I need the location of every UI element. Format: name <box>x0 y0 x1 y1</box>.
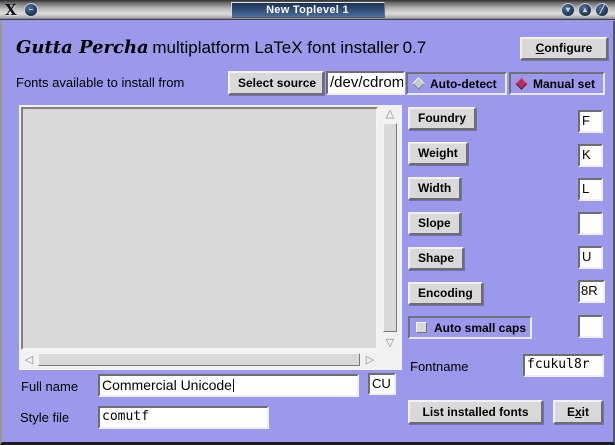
configure-button[interactable]: Configure <box>520 37 608 60</box>
app-window: X − New Toplevel 1 ▾ ▴ ╱ Gutta Percha mu… <box>0 0 615 445</box>
foundry-button[interactable]: Foundry <box>408 107 476 130</box>
width-button[interactable]: Width <box>408 177 461 200</box>
app-title: multiplatform LaTeX font installer <box>152 38 399 57</box>
encoding-field[interactable]: 8R <box>578 280 605 303</box>
vertical-scroll-thumb[interactable] <box>383 123 397 332</box>
auto-detect-radio[interactable]: Auto-detect <box>406 72 507 95</box>
fontname-label: Fontname <box>410 359 469 374</box>
device-path-field[interactable]: /dev/cdrom <box>326 71 405 95</box>
source-label: Fonts available to install from <box>16 75 184 90</box>
width-field[interactable]: L <box>578 178 603 201</box>
small-caps-field[interactable] <box>578 315 603 338</box>
scroll-left-icon[interactable]: ◁ <box>21 353 37 367</box>
window-system-icon[interactable]: X <box>5 1 17 19</box>
foundry-field[interactable]: F <box>578 110 603 133</box>
close-button[interactable]: ╱ <box>595 3 609 17</box>
main-content: Gutta Percha multiplatform LaTeX font in… <box>0 21 615 445</box>
full-name-field[interactable]: Commercial Unicode <box>98 374 359 397</box>
auto-small-caps-checkbox[interactable]: Auto small caps <box>408 316 532 339</box>
list-installed-fonts-button[interactable]: List installed fonts <box>408 400 543 424</box>
vertical-scrollbar[interactable]: △ ▽ <box>381 107 400 350</box>
font-list-frame: △ ▽ ◁ ▷ <box>19 105 402 370</box>
slope-field[interactable] <box>578 212 603 235</box>
slope-button[interactable]: Slope <box>408 212 461 235</box>
scroll-up-icon[interactable]: △ <box>382 107 398 121</box>
manual-set-radio[interactable]: Manual set <box>509 72 605 95</box>
style-file-field[interactable]: comutf <box>98 406 269 429</box>
text-cursor <box>233 379 234 392</box>
scroll-right-icon[interactable]: ▷ <box>362 353 378 367</box>
encoding-button[interactable]: Encoding <box>408 282 483 305</box>
checkbox-icon <box>416 322 427 333</box>
window-title: New Toplevel 1 <box>231 2 385 18</box>
fontname-field[interactable]: fcukul8r <box>523 354 604 377</box>
font-listbox[interactable] <box>21 107 378 350</box>
radio-diamond-icon <box>412 77 425 90</box>
scroll-down-icon[interactable]: ▽ <box>382 336 398 350</box>
full-name-label: Full name <box>21 379 78 394</box>
select-source-button[interactable]: Select source <box>228 71 324 95</box>
shape-button[interactable]: Shape <box>408 247 464 270</box>
horizontal-scroll-thumb[interactable] <box>38 353 360 366</box>
style-file-label: Style file <box>20 410 69 425</box>
abbrev-field[interactable]: CU <box>368 373 396 395</box>
manual-set-label: Manual set <box>533 77 595 91</box>
shade-up-button[interactable]: ▴ <box>578 3 592 17</box>
exit-button[interactable]: Exit <box>553 400 603 424</box>
radio-diamond-selected-icon <box>515 77 528 90</box>
brand-name: Gutta Percha <box>16 37 149 58</box>
shape-field[interactable]: U <box>578 246 603 269</box>
minimize-button[interactable]: − <box>24 3 38 17</box>
auto-small-caps-label: Auto small caps <box>434 321 526 335</box>
weight-field[interactable]: K <box>578 144 603 167</box>
weight-button[interactable]: Weight <box>408 142 468 165</box>
app-version: 0.7 <box>403 38 427 57</box>
page-title: Gutta Percha multiplatform LaTeX font in… <box>16 37 426 58</box>
auto-detect-label: Auto-detect <box>430 77 497 91</box>
horizontal-scrollbar[interactable]: ◁ ▷ <box>21 352 378 368</box>
titlebar[interactable]: X − New Toplevel 1 ▾ ▴ ╱ <box>0 0 615 20</box>
shade-down-button[interactable]: ▾ <box>561 3 575 17</box>
